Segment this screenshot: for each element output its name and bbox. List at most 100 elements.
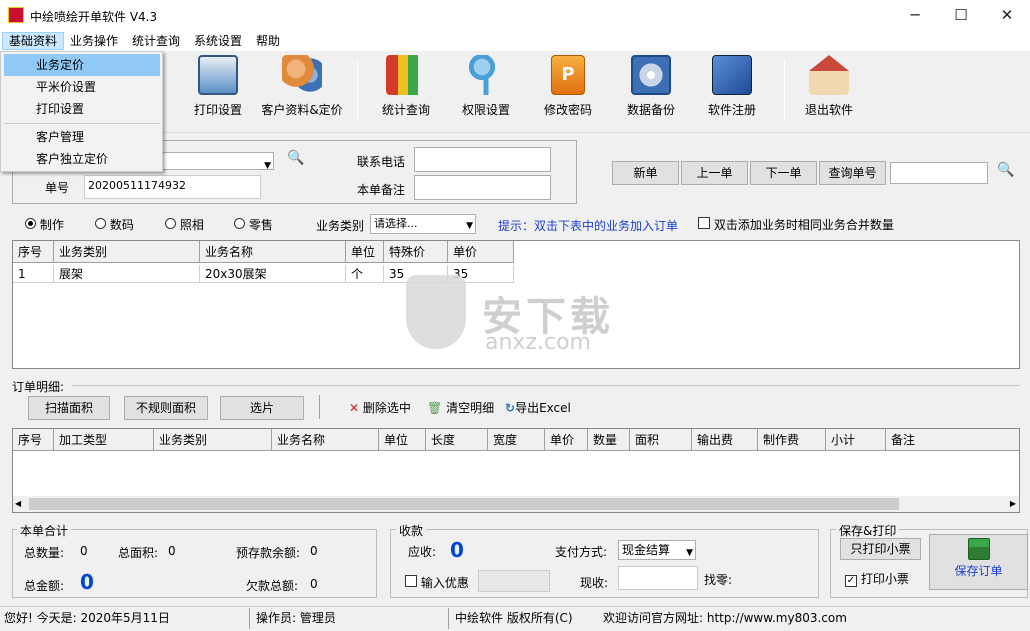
- menu-help[interactable]: 帮助: [250, 32, 286, 50]
- tool-data-backup[interactable]: 数据备份: [621, 55, 681, 125]
- column-header[interactable]: 单位: [379, 429, 426, 451]
- irregular-area-button[interactable]: 不规则面积: [124, 396, 208, 420]
- column-header[interactable]: 序号: [13, 241, 54, 263]
- phone-input[interactable]: [414, 147, 551, 172]
- radio-digital[interactable]: 数码: [95, 216, 134, 233]
- status-website[interactable]: 欢迎访问官方网址: http://www.my803.com: [603, 610, 847, 627]
- checkbox[interactable]: [405, 575, 417, 587]
- scrollbar-thumb[interactable]: [29, 498, 899, 510]
- discount-checkbox[interactable]: 输入优惠: [405, 574, 469, 591]
- category-select[interactable]: 请选择... ▼: [370, 214, 476, 234]
- column-header[interactable]: 备注: [886, 429, 1019, 451]
- column-header[interactable]: 特殊价: [384, 241, 448, 263]
- query-order-input[interactable]: [890, 162, 988, 184]
- column-header[interactable]: 加工类型: [54, 429, 154, 451]
- menu-item-customer-pricing[interactable]: 客户独立定价: [4, 148, 160, 170]
- next-order-button[interactable]: 下一单: [750, 161, 817, 185]
- status-greeting: 您好! 今天是: 2020年5月11日: [4, 611, 170, 625]
- discount-input[interactable]: [478, 570, 550, 592]
- remark-input[interactable]: [414, 175, 551, 200]
- column-header[interactable]: 单价: [448, 241, 514, 263]
- column-header[interactable]: 单价: [545, 429, 588, 451]
- chart-icon: [386, 55, 426, 95]
- radio-button[interactable]: [165, 218, 176, 229]
- menu-settings[interactable]: 系统设置: [188, 32, 248, 50]
- column-header[interactable]: 小计: [826, 429, 886, 451]
- column-header[interactable]: 业务名称: [272, 429, 379, 451]
- customer-select[interactable]: ▼: [160, 152, 274, 171]
- tool-statistics[interactable]: 统计查询: [376, 55, 436, 125]
- horizontal-scrollbar[interactable]: ◀ ▶: [13, 496, 1019, 512]
- radio-photo[interactable]: 照相: [165, 216, 204, 233]
- menu-item-business-pricing[interactable]: 业务定价: [4, 54, 160, 76]
- menu-item-sqm-price[interactable]: 平米价设置: [4, 76, 160, 98]
- pay-method-select[interactable]: 现金结算 ▼: [618, 540, 696, 560]
- total-amount-value: 0: [80, 570, 94, 594]
- tool-exit[interactable]: 退出软件: [799, 55, 859, 125]
- column-header[interactable]: 业务类别: [54, 241, 200, 263]
- search-icon[interactable]: 🔍: [287, 150, 304, 166]
- tool-permissions[interactable]: 权限设置: [456, 55, 516, 125]
- table-cell[interactable]: 1: [13, 265, 54, 283]
- checkbox[interactable]: ✓: [845, 575, 857, 587]
- order-no-field[interactable]: 20200511174932: [84, 175, 261, 199]
- minimize-button[interactable]: ─: [892, 0, 938, 31]
- select-photo-button[interactable]: 选片: [220, 396, 304, 420]
- only-print-button[interactable]: 只打印小票: [840, 538, 921, 560]
- column-header[interactable]: 宽度: [488, 429, 545, 451]
- column-header[interactable]: 制作费: [758, 429, 826, 451]
- menu-business[interactable]: 业务操作: [64, 32, 124, 50]
- radio-retail[interactable]: 零售: [234, 216, 273, 233]
- menu-statistics[interactable]: 统计查询: [126, 32, 186, 50]
- radio-button[interactable]: [95, 218, 106, 229]
- menu-separator: [4, 123, 160, 124]
- divider: [448, 608, 449, 629]
- maximize-button[interactable]: ☐: [938, 0, 984, 31]
- menu-item-customer-management[interactable]: 客户管理: [4, 126, 160, 148]
- menu-item-print-settings[interactable]: 打印设置: [4, 98, 160, 120]
- exit-icon: [809, 55, 849, 95]
- query-order-button[interactable]: 查询单号: [819, 161, 886, 185]
- window-title: 中绘喷绘开单软件 V4.3: [30, 10, 158, 24]
- prev-order-button[interactable]: 上一单: [681, 161, 748, 185]
- column-header[interactable]: 输出费: [692, 429, 758, 451]
- column-header[interactable]: 面积: [630, 429, 692, 451]
- remark-label: 本单备注: [357, 183, 406, 197]
- table-cell[interactable]: 个: [346, 265, 384, 283]
- column-header[interactable]: 业务类别: [154, 429, 272, 451]
- scroll-left-icon[interactable]: ◀: [15, 499, 21, 508]
- scroll-right-icon[interactable]: ▶: [1010, 499, 1016, 508]
- users-icon: [282, 55, 322, 95]
- tool-change-password[interactable]: P 修改密码: [538, 55, 598, 125]
- close-button[interactable]: ✕: [984, 0, 1030, 31]
- column-header[interactable]: 业务名称: [200, 241, 346, 263]
- checkbox[interactable]: [698, 217, 710, 229]
- table-cell[interactable]: 20x30展架: [200, 265, 346, 283]
- total-area-value: 0: [168, 544, 176, 558]
- tool-customer-pricing[interactable]: 客户资料&定价: [258, 55, 346, 125]
- save-order-button[interactable]: 保存订单: [929, 534, 1028, 590]
- column-header[interactable]: 长度: [426, 429, 488, 451]
- toolbar-separator: [784, 60, 785, 120]
- export-excel-button[interactable]: ↻导出Excel: [505, 399, 571, 416]
- paid-input[interactable]: [618, 566, 698, 590]
- scan-area-button[interactable]: 扫描面积: [28, 396, 110, 420]
- print-receipt-checkbox[interactable]: ✓ 打印小票: [845, 570, 909, 587]
- radio-make[interactable]: 制作: [25, 216, 64, 233]
- clear-detail-button[interactable]: 🗑 清空明细: [427, 399, 494, 416]
- tool-print-settings[interactable]: 打印设置: [188, 55, 248, 125]
- radio-button[interactable]: [25, 218, 36, 229]
- delete-selected-button[interactable]: ✕ 删除选中: [349, 399, 411, 416]
- radio-button[interactable]: [234, 218, 245, 229]
- trash-icon: 🗑: [427, 401, 443, 415]
- new-order-button[interactable]: 新单: [612, 161, 679, 185]
- column-header[interactable]: 单位: [346, 241, 384, 263]
- search-icon[interactable]: 🔍: [997, 162, 1014, 178]
- menu-basic-data[interactable]: 基础资料: [2, 32, 65, 50]
- column-header[interactable]: 数量: [588, 429, 630, 451]
- merge-checkbox[interactable]: 双击添加业务时相同业务合并数量: [698, 216, 894, 233]
- table-cell[interactable]: 展架: [54, 265, 200, 283]
- column-header[interactable]: 序号: [13, 429, 54, 451]
- tool-software-register[interactable]: 软件注册: [702, 55, 762, 125]
- export-icon: ↻: [505, 401, 516, 415]
